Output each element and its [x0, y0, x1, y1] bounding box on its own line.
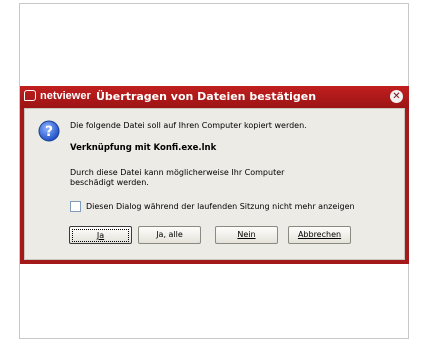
message-text: Die folgende Datei soll auf Ihren Comput…: [70, 121, 307, 130]
confirm-file-transfer-dialog: netviewer Übertragen von Dateien bestäti…: [20, 86, 409, 264]
close-icon[interactable]: ✕: [390, 90, 403, 103]
title-bar[interactable]: netviewer Übertragen von Dateien bestäti…: [20, 86, 409, 108]
no-button-label: Nein: [237, 230, 256, 239]
yes-all-button[interactable]: Ja, alle: [138, 226, 201, 244]
dont-show-again-checkbox[interactable]: [70, 201, 81, 212]
cancel-button-label: Abbrechen: [297, 230, 342, 239]
netviewer-logo-icon: [24, 90, 36, 101]
svg-text:?: ?: [45, 124, 53, 140]
dialog-title: Übertragen von Dateien bestätigen: [96, 90, 317, 103]
file-name: Verknüpfung mit Konfi.exe.lnk: [70, 143, 217, 153]
dialog-body: ? Die folgende Datei soll auf Ihren Comp…: [24, 108, 405, 260]
cancel-button[interactable]: Abbrechen: [288, 226, 351, 244]
question-icon: ?: [38, 120, 60, 142]
yes-button[interactable]: Ja: [69, 226, 132, 244]
no-button[interactable]: Nein: [215, 226, 278, 244]
yes-button-label: Ja: [96, 231, 105, 240]
dont-show-again-label: Diesen Dialog während der laufenden Sitz…: [86, 202, 355, 211]
warning-text: Durch diese Datei kann möglicherweise Ih…: [70, 168, 285, 187]
yes-all-button-label: Ja, alle: [156, 230, 183, 239]
brand-label: netviewer: [40, 90, 91, 102]
dont-show-again-row[interactable]: Diesen Dialog während der laufenden Sitz…: [70, 201, 355, 212]
